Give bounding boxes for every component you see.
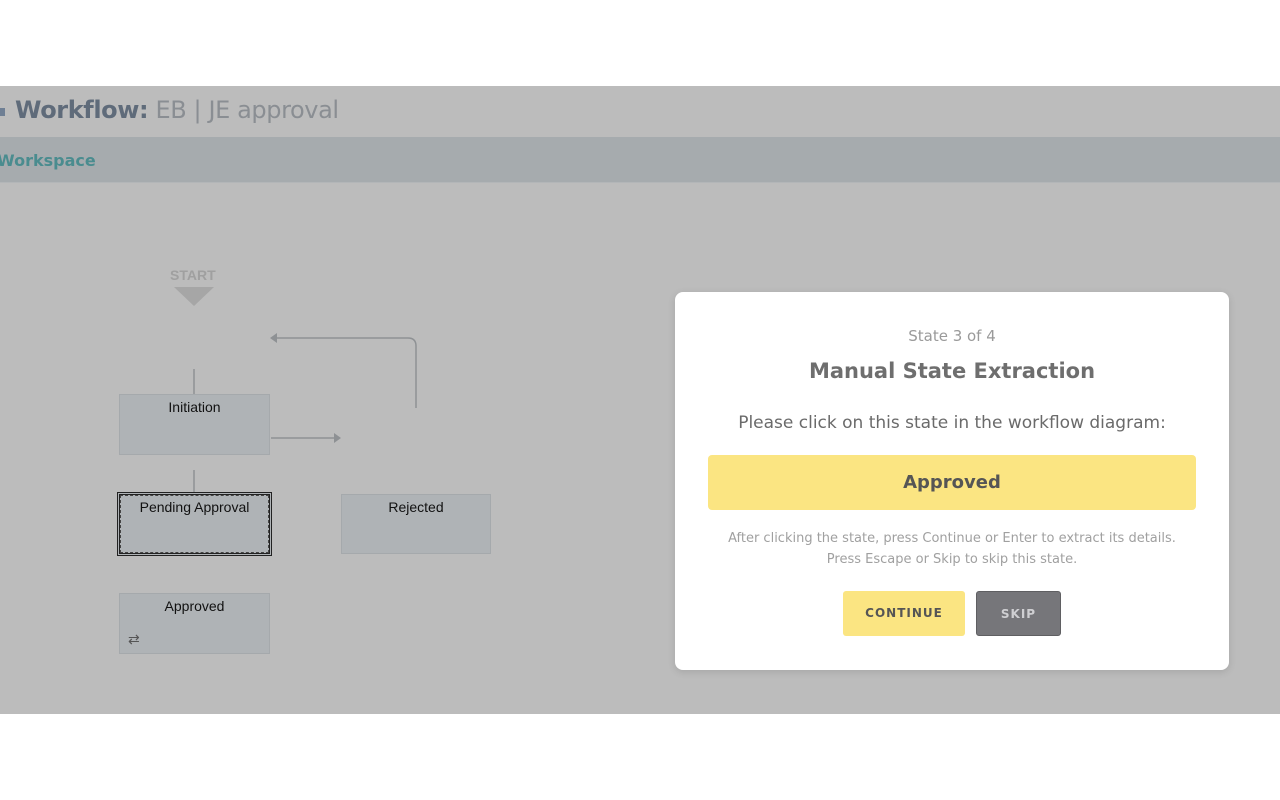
state-rejected[interactable]: Rejected	[341, 494, 491, 554]
state-label: Approved	[164, 598, 225, 614]
state-label: Rejected	[388, 499, 444, 515]
continue-button[interactable]: CONTINUE	[843, 591, 965, 636]
title-bar: Workflow: EB | JE approval	[0, 86, 1280, 137]
workflow-diagram: START Initiation Pending Approval Reject…	[0, 183, 640, 714]
state-approved[interactable]: Approved ⇄	[119, 593, 270, 654]
state-label: Initiation	[168, 399, 221, 415]
state-pending-approval[interactable]: Pending Approval	[117, 492, 272, 556]
target-state-badge: Approved	[708, 455, 1196, 510]
title-label: Workflow:	[15, 96, 149, 124]
start-arrow	[174, 287, 214, 306]
diagram-edges	[174, 287, 417, 510]
dialog-hint: After clicking the state, press Continue…	[728, 531, 1176, 567]
workflow-name: EB | JE approval	[155, 96, 339, 124]
tab-workspace[interactable]: Workspace	[0, 151, 96, 170]
skip-button[interactable]: SKIP	[976, 591, 1061, 636]
step-counter: State 3 of 4	[908, 327, 996, 345]
workflow-icon	[0, 108, 5, 116]
extraction-dialog: State 3 of 4 Manual State Extraction Ple…	[675, 292, 1229, 670]
dialog-title: Manual State Extraction	[808, 359, 1096, 383]
page-title: Workflow: EB | JE approval	[15, 96, 339, 124]
state-initiation[interactable]: Initiation	[119, 394, 270, 455]
dialog-prompt: Please click on this state in the workfl…	[738, 413, 1166, 433]
loop-arrows-icon: ⇄	[128, 631, 140, 647]
start-label: START	[170, 267, 216, 283]
tab-bar: Workspace	[0, 137, 1280, 183]
edge-rejected-initiation	[274, 337, 417, 408]
state-label: Pending Approval	[139, 499, 250, 515]
